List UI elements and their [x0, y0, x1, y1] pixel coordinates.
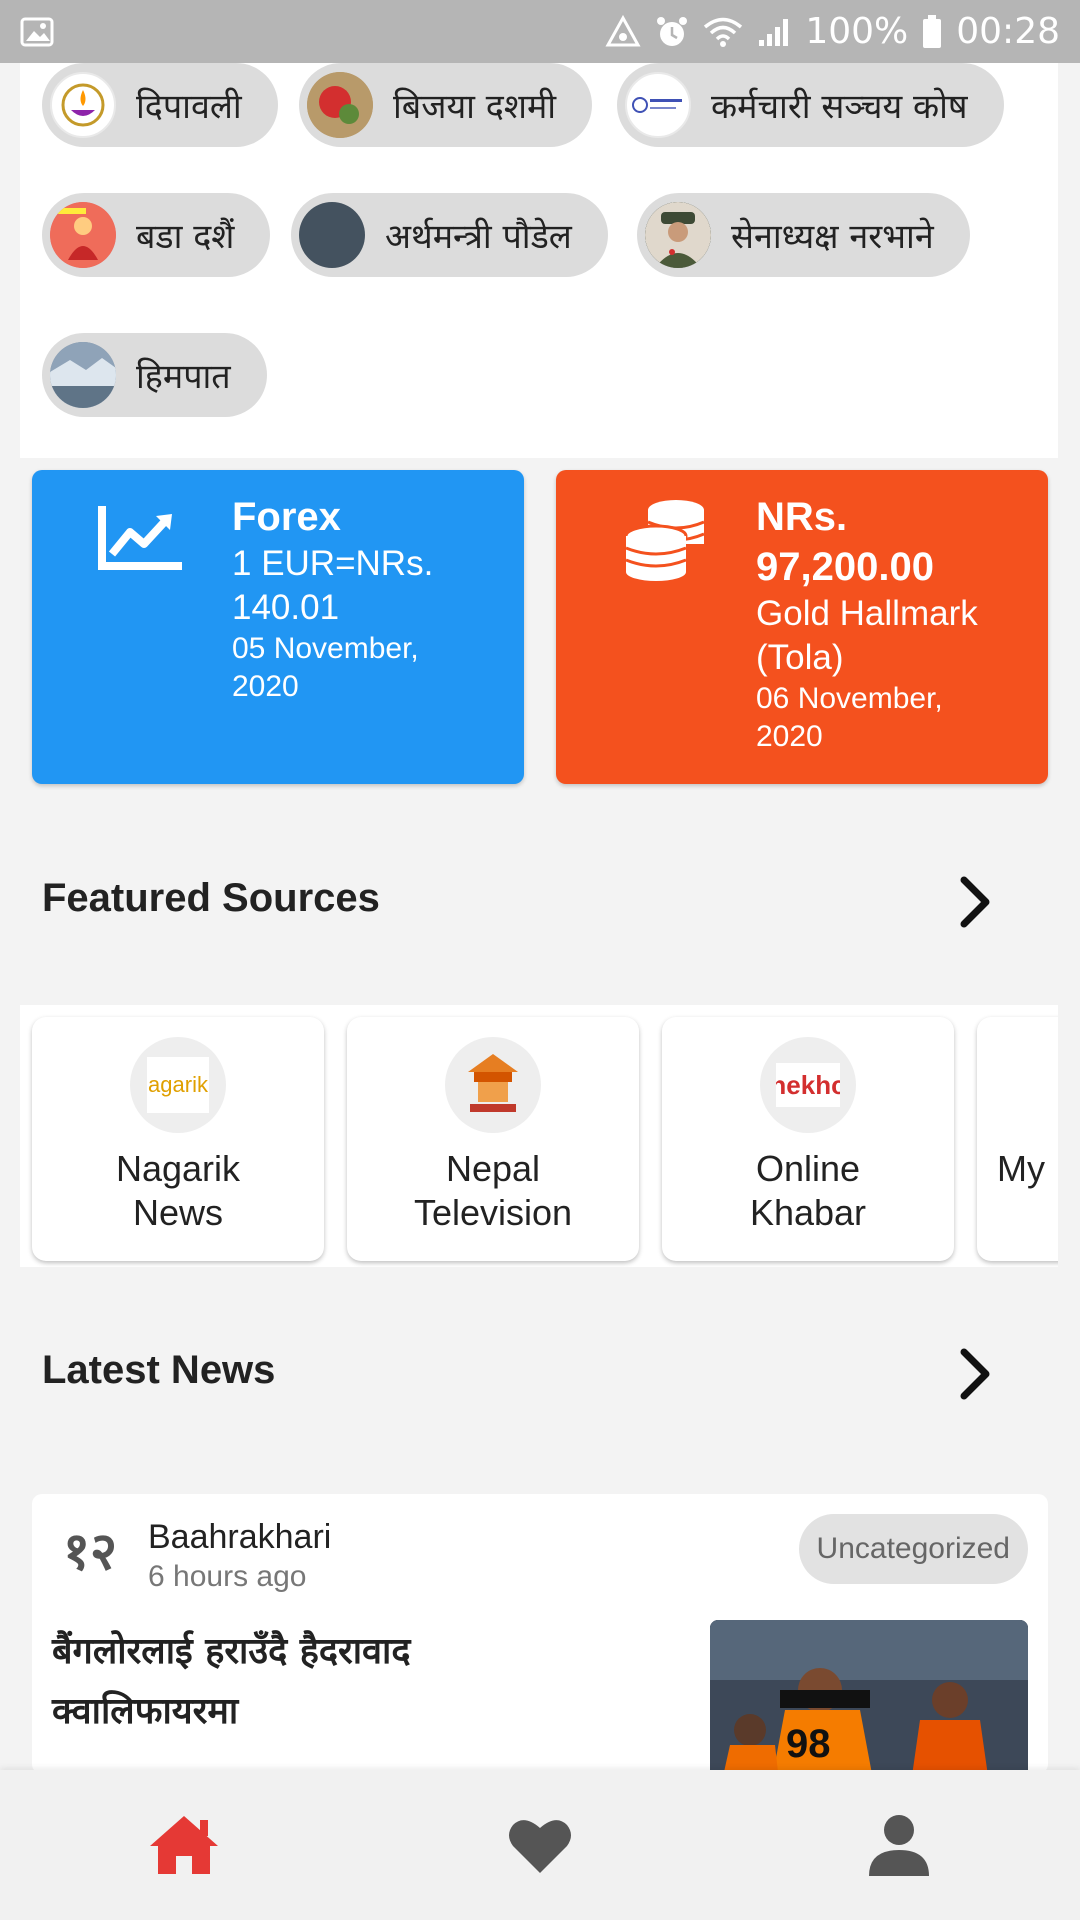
news-source-name[interactable]: Baahrakhari — [148, 1518, 331, 1557]
status-bar: 100% 00:28 — [0, 0, 1080, 63]
heart-icon — [509, 1820, 571, 1873]
baahrakhari-logo-text: १२ — [62, 1522, 118, 1582]
wifi-icon — [704, 17, 743, 47]
news-headline-line1: बैंगलोरलाई हराउँदै हैदरावाद — [52, 1631, 411, 1672]
source-name-line1: Nepal — [445, 1148, 541, 1189]
featured-sources-title: Featured Sources — [42, 876, 380, 920]
topic-chip-label: हिमपात — [136, 357, 231, 397]
gold-date-line2: 2020 — [756, 720, 823, 753]
featured-sources-carousel[interactable]: agarik Nagarik News Nepal Television nek… — [20, 1005, 1058, 1267]
forex-date-line1: 05 November, — [232, 632, 419, 665]
forex-rate-line1: 1 EUR=NRs. — [232, 544, 434, 583]
news-headline-line2: क्वालिफायरमा — [52, 1691, 239, 1732]
news-article-card[interactable]: १२ Baahrakhari 6 hours ago Uncategorized… — [32, 1494, 1048, 1774]
nepal-television-logo — [445, 1037, 541, 1133]
featured-sources-chevron-right-icon[interactable] — [950, 872, 1000, 932]
home-icon — [150, 1816, 218, 1874]
topic-chip-arthamantri-paudel[interactable]: अर्थमन्त्री पौडेल — [291, 193, 608, 277]
source-card-partial[interactable]: My — [977, 1017, 1058, 1261]
gold-price-line1: NRs. — [756, 495, 848, 539]
topic-chip-label: अर्थमन्त्री पौडेल — [385, 217, 572, 257]
topic-chip-senadhyaksha-narbhane[interactable]: सेनाध्यक्ष नरभाने — [637, 193, 970, 277]
nagarik-logo: agarik — [130, 1037, 226, 1133]
source-name-line2: Television — [413, 1192, 573, 1233]
news-headline[interactable]: बैंगलोरलाई हराउँदै हैदरावाद क्वालिफायरमा — [52, 1622, 692, 1742]
employees-provident-fund-logo — [625, 72, 691, 138]
source-name-line1: Nagarik — [115, 1148, 241, 1189]
signal-icon — [759, 18, 789, 46]
topic-chip-label: दिपावली — [136, 87, 242, 127]
baahrakhari-logo: १२ — [52, 1514, 128, 1590]
source-card-online-khabar[interactable]: nekhc Online Khabar — [662, 1017, 954, 1261]
nav-home[interactable] — [139, 1800, 229, 1890]
gold-label-line1: Gold Hallmark — [756, 594, 978, 633]
avatar-placeholder — [299, 202, 365, 268]
online-khabar-logo-text: nekhc — [776, 1063, 840, 1107]
user-icon — [869, 1815, 929, 1876]
tika-plate-icon — [307, 72, 373, 138]
gold-label-line2: (Tola) — [756, 638, 844, 677]
source-card-nagarik-news[interactable]: agarik Nagarik News — [32, 1017, 324, 1261]
forex-date-line2: 2020 — [232, 670, 299, 703]
topic-chip-label: बिजया दशमी — [393, 87, 557, 127]
alarm-icon — [657, 16, 688, 46]
source-name-line2: News — [132, 1192, 224, 1233]
news-thumbnail[interactable]: 98 — [710, 1620, 1028, 1774]
source-name-line2: Khabar — [749, 1192, 867, 1233]
latest-news-chevron-right-icon[interactable] — [950, 1344, 1000, 1404]
topic-chip-dipawali[interactable]: दिपावली — [42, 63, 278, 147]
topic-chip-label: कर्मचारी सञ्चय कोष — [711, 87, 968, 127]
gold-price-line2: 97,200.00 — [756, 545, 934, 589]
battery-icon — [923, 14, 942, 48]
thumb-jersey-number: 98 — [786, 1722, 831, 1766]
category-badge[interactable]: Uncategorized — [798, 1514, 1028, 1584]
topic-chip-karmachari-sanchaya-kosh[interactable]: कर्मचारी सञ्चय कोष — [617, 63, 1004, 147]
data-saver-icon — [605, 14, 641, 46]
snowfall-photo — [50, 342, 116, 408]
nagarik-logo-text: agarik — [147, 1057, 209, 1113]
forex-rate-line2: 140.01 — [232, 588, 340, 627]
topic-chip-himpat[interactable]: हिमपात — [42, 333, 267, 417]
goddess-durga-icon — [50, 202, 116, 268]
gold-price-card[interactable]: NRs. 97,200.00 Gold Hallmark (Tola) 06 N… — [556, 470, 1048, 784]
source-name-line1: Online — [755, 1148, 861, 1189]
forex-card[interactable]: Forex 1 EUR=NRs. 140.01 05 November, 202… — [32, 470, 524, 784]
topic-chip-bijaya-dashami[interactable]: बिजया दशमी — [299, 63, 593, 147]
news-timestamp: 6 hours ago — [148, 1560, 307, 1593]
clock: 00:28 — [956, 11, 1060, 52]
online-khabar-logo: nekhc — [760, 1037, 856, 1133]
gallery-notification-icon — [20, 17, 54, 46]
coins-stack-icon — [624, 500, 705, 581]
gold-date-line1: 06 November, — [756, 682, 943, 715]
topic-chip-bada-dashain[interactable]: बडा दशैं — [42, 193, 271, 277]
source-name-line2: My — [997, 1148, 1045, 1189]
nav-favorites[interactable] — [495, 1800, 585, 1890]
topic-chip-label: बडा दशैं — [136, 217, 235, 257]
diya-lamp-icon — [50, 72, 116, 138]
battery-percent: 100% — [805, 11, 909, 52]
latest-news-title: Latest News — [42, 1348, 276, 1392]
bottom-navigation — [0, 1770, 1080, 1920]
topic-chips-panel: दिपावली बिजया दशमी कर्मचारी सञ्चय कोष बड… — [20, 63, 1058, 458]
trending-up-icon — [98, 506, 182, 570]
topic-chip-label: सेनाध्यक्ष नरभाने — [731, 217, 934, 257]
nav-profile[interactable] — [854, 1800, 944, 1890]
forex-title: Forex — [232, 495, 341, 539]
source-card-nepal-television[interactable]: Nepal Television — [347, 1017, 639, 1261]
army-chief-photo — [645, 202, 711, 268]
